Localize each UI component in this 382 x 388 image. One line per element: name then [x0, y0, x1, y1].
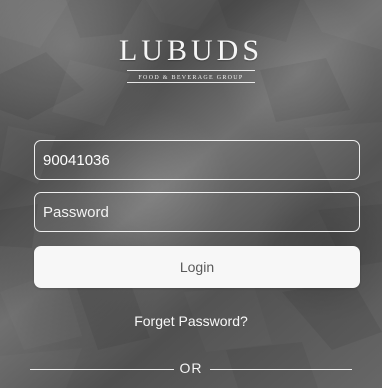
username-input[interactable] [34, 140, 360, 180]
forgot-password-link[interactable]: Forget Password? [0, 313, 382, 329]
password-input[interactable] [34, 192, 360, 232]
brand-name: LUBUDS [118, 34, 263, 67]
brand-logo: LUBUDS FOOD & BEVERAGE GROUP [0, 36, 382, 83]
login-screen: LUBUDS FOOD & BEVERAGE GROUP Login Forge… [0, 0, 382, 388]
brand-tagline: FOOD & BEVERAGE GROUP [127, 70, 255, 83]
right-divider-line [210, 369, 352, 370]
login-button[interactable]: Login [34, 246, 360, 288]
left-divider-line [30, 369, 174, 370]
or-divider: OR [30, 360, 352, 380]
or-label: OR [179, 360, 203, 376]
